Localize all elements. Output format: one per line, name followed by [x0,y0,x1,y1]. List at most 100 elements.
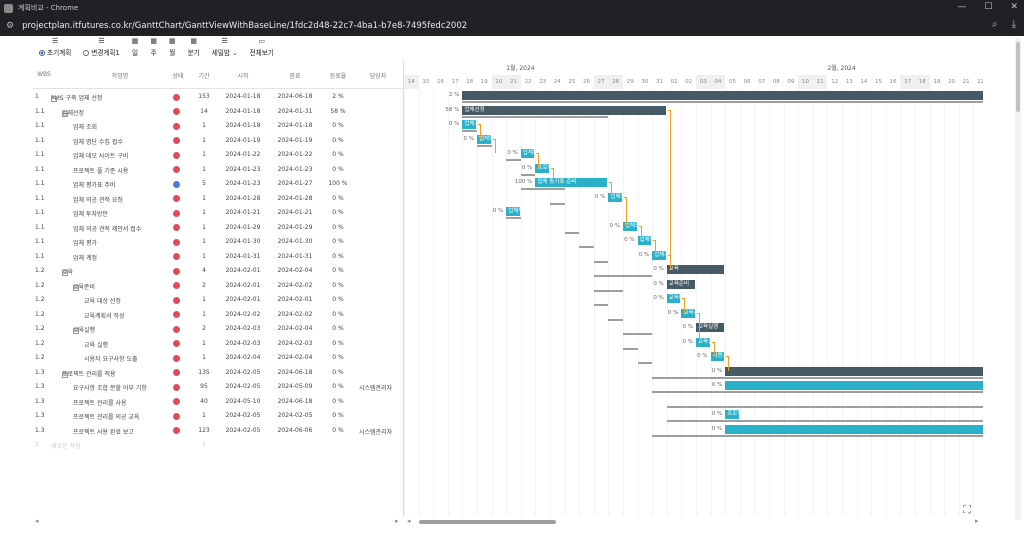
gantt-scroll-left-arrow[interactable]: ◂ [407,517,411,525]
gantt-summary-bar[interactable]: 교육 [666,265,725,274]
table-row[interactable]: 1.2 − 교육실행 2 2024-02-03 2024-02-04 0 % [33,322,403,337]
gantt-summary-bar[interactable]: 교육준비 [666,279,695,289]
gantt-gridline [739,89,741,516]
gantt-baseline-bar [593,275,653,277]
show-all-button[interactable]: ▭ 전체보기 [244,36,280,60]
row-start: 2024-01-21 [225,209,261,216]
gantt-task-bar[interactable]: 교육대 [666,294,681,303]
table-row[interactable]: 2 새로운 작업 1 [33,438,403,453]
status-dot-icon [173,166,180,173]
grid-header-col[interactable]: WBS [35,71,53,78]
page-scrollbar-thumb[interactable] [1016,42,1020,112]
table-row[interactable]: 1.1 업체 조회 1 2024-01-18 2024-01-18 0 % [33,119,403,134]
zoom-icon[interactable]: ⌕ [992,19,998,30]
row-duration: 40 [200,397,208,405]
collapse-icon[interactable]: − [62,371,68,378]
gantt-task-bar[interactable]: 업체투 [506,207,520,216]
gantt-task-bar[interactable]: 업체조 [462,120,476,129]
status-dot-icon [173,151,180,159]
gantt-summary-bar[interactable]: 교육실행 [696,323,725,332]
gantt-task-bar[interactable]: 업체데 [520,149,535,158]
gantt-day-label: 18 [466,79,474,85]
table-row[interactable]: 1.3 프로젝트 관리를 사용 40 2024-05-10 2024-06-18 0 % [33,395,403,410]
table-row[interactable]: 1.3 − 프로젝트 관리를 적용 135 2024-02-05 2024-06-18 0 … [33,366,403,381]
row-start: 2024-02-05 [225,412,261,419]
table-row[interactable]: 1.2 − 교육 4 2024-02-01 2024-02-04 0 % [33,264,403,279]
table-row[interactable]: 1 − PMS 구축 업체 선정 153 2024-01-18 2024-06-18 2 % [33,90,403,105]
table-row[interactable]: 1.3 요구사항 조합 분할 어부 기항 95 2024-02-05 2024-05-0… [33,380,403,395]
day-view-button[interactable]: ▦ 일 [126,36,145,60]
site-settings-icon[interactable]: ⚙ [6,21,14,31]
gantt-task-bar[interactable]: 프로젝 [725,410,739,419]
grid-header-col[interactable]: 완료율 [323,71,353,80]
row-start: 2024-01-18 [225,122,261,129]
gantt-task-bar[interactable] [725,424,983,434]
table-row[interactable]: 1.1 프로젝트 플 기준 시용 1 2024-01-23 2024-01-23 0 % [33,163,403,178]
row-start: 2024-02-04 [225,354,261,361]
collapse-icon[interactable]: − [51,96,57,102]
table-row[interactable]: 1.2 교육 실행 1 2024-02-03 2024-02-03 0 % [33,337,403,352]
table-row[interactable]: 1.1 업체 투자방안 1 2024-01-21 2024-01-21 0 % [33,206,403,221]
gantt-scroll-right-arrow[interactable]: ▸ [975,517,979,525]
page-scrollbar[interactable] [1015,38,1021,520]
changed-plan-radio[interactable] [83,50,90,56]
row-wbs: 1.3 [35,368,45,376]
gantt-summary-bar[interactable]: 업체선정 [462,105,666,115]
gantt-scrollbar-thumb[interactable] [419,520,556,524]
gantt-dependency-link [653,240,657,255]
collapse-icon[interactable]: − [62,110,68,117]
table-row[interactable]: 1.1 업체 명단 수집 접수 1 2024-01-19 2024-01-19 0 % [33,134,403,149]
monitor-icon: ▭ [258,37,266,45]
row-task-label: 업체 평가 [73,240,97,247]
table-row[interactable]: 1.1 업체 계정 1 2024-01-31 2024-01-31 0 % [33,250,403,265]
initial-plan-option[interactable]: ☰ 초기계획 [33,36,77,60]
gantt-summary-bar[interactable] [725,366,983,376]
grid-header-col[interactable]: 완료 [273,71,317,80]
table-row[interactable]: 1.1 업체 의공 견적 요청 1 2024-01-28 2024-01-28 0 % [33,192,403,207]
table-row[interactable]: 1.2 교육 대상 선정 1 2024-02-01 2024-02-01 0 % [33,293,403,308]
table-row[interactable]: 1.1 업체 평가표 주비 5 2024-01-23 2024-01-27 100 % [33,177,403,192]
grid-header: WBS 작업명 상태 기간 시작 완료 완료율 담당자 [33,61,403,89]
table-row[interactable]: 1.1 업체 데모 사이트 구비 1 2024-01-22 2024-01-22 0 % [33,148,403,163]
grid-header-col[interactable]: 시작 [221,71,265,80]
gantt-gridline [900,89,902,516]
grid-header-col[interactable]: 담당자 [363,71,393,80]
table-row[interactable]: 1.1 업체 의공 견적 제안서 접수 1 2024-01-29 2024-01-29 0… [33,221,403,236]
table-row[interactable]: 1.2 − 교육준비 2 2024-02-01 2024-02-02 0 % [33,279,403,294]
close-button[interactable]: ✕ [1010,2,1018,12]
table-row[interactable]: 1.1 − 업체선정 14 2024-01-18 2024-01-31 58 % [33,105,403,120]
table-row[interactable]: 1.2 교육계획서 작성 1 2024-02-02 2024-02-02 0 % [33,308,403,323]
table-row[interactable]: 1.1 업체 평가 1 2024-01-30 2024-01-30 0 % [33,235,403,250]
url-text[interactable]: projectplan.itfutures.co.kr/GanttChart/G… [22,21,467,31]
gantt-day-label: 02 [685,79,693,85]
collapse-icon[interactable]: − [73,328,79,334]
initial-plan-radio[interactable] [39,50,45,56]
gantt-task-bar[interactable] [725,381,983,390]
collapse-icon[interactable]: − [62,270,68,276]
collapse-icon[interactable]: − [73,284,79,291]
quarter-view-button[interactable]: ▦ 분기 [182,36,206,60]
gantt-task-bar[interactable]: 업체 평가표 준비 [535,178,608,187]
grid-header-col[interactable]: 상태 [169,71,187,80]
minimize-button[interactable]: — [957,2,966,12]
gantt-dependency-link [536,153,540,168]
scroll-left-arrow[interactable]: ◂ [35,517,39,525]
detail-dropdown[interactable]: ☰ 세밀밤 ⌄ [206,36,244,60]
download-icon[interactable]: ⤓ [1012,19,1016,30]
table-row[interactable]: 1.3 프로젝트 사용 완료 보고 123 2024-02-05 2024-06-06 0… [33,424,403,439]
grid-header-col[interactable]: 작업명 [75,71,165,80]
scroll-right-arrow[interactable]: ▸ [395,517,399,525]
table-row[interactable]: 1.3 프로젝트 관리를 의공 교육 1 2024-02-05 2024-02-05 0 … [33,409,403,424]
fullscreen-icon[interactable]: ⛶ [963,503,971,517]
row-task-name: 업체 데모 사이트 구비 [73,151,128,160]
row-end: 2024-01-29 [277,223,313,231]
changed-plan-option[interactable]: ☰ 변경계획1 [77,36,125,60]
week-view-button[interactable]: ▦ 주 [144,36,163,60]
gantt-dependency-link [492,138,496,153]
grid-header-col[interactable]: 기간 [195,71,213,80]
row-duration: 1 [202,441,206,448]
table-row[interactable]: 1.2 시용자 요구사항 도출 1 2024-02-04 2024-02-04 0 % [33,351,403,366]
maximize-button[interactable]: ☐ [984,2,992,12]
month-view-button[interactable]: ▦ 월 [163,36,182,60]
gantt-summary-bar[interactable] [462,91,983,100]
